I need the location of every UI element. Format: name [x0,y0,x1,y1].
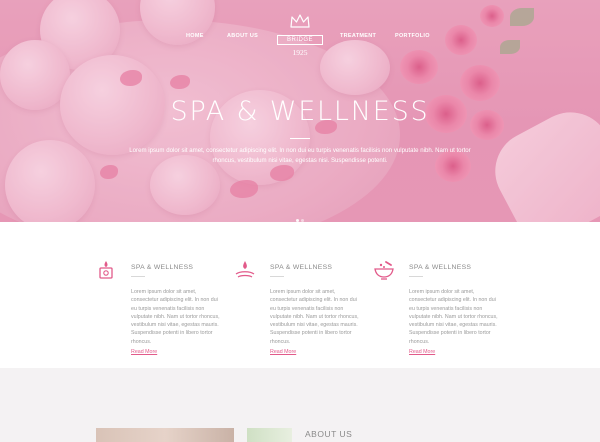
feature-title: SPA & WELLNESS [270,264,333,271]
feature-text-line: Suspendisse potenti in libero tortor [131,330,213,337]
about-title: ABOUT US [305,429,353,439]
feature-divider [270,276,284,277]
feature-text-line: vestibulum nisi vitae, egestas mauris. [131,322,219,329]
hero-divider [290,138,310,139]
nav-home[interactable]: HOME [186,33,204,39]
read-more-link[interactable]: Read More [131,349,157,355]
feature-text-line: vulputate nibh. Nam ut tortor rhoncus, [270,313,359,320]
feature-text: Lorem ipsum dolor sit amet, consectetur … [270,288,366,346]
feature-text-line: vulputate nibh. Nam ut tortor rhoncus, [409,313,498,320]
about-section: ABOUT US [0,368,600,442]
nav-portfolio[interactable]: PORTFOLIO [395,33,430,39]
feature-divider [131,276,145,277]
feature-text-line: rhoncus. [270,338,291,345]
water-drop-icon [235,261,255,278]
feature-text-line: consectetur adipiscing elit. In non dui [270,297,357,304]
nav-treatment[interactable]: TREATMENT [340,33,376,39]
feature-text-line: consectetur adipiscing elit. In non dui [131,297,218,304]
read-more-link[interactable]: Read More [409,349,435,355]
hero-text-line: Lorem ipsum dolor sit amet, consectetur … [129,147,471,154]
feature-title: SPA & WELLNESS [131,264,194,271]
feature-text-line: Lorem ipsum dolor sit amet, [409,289,475,295]
site-logo[interactable]: BRIDGE 1925 [275,13,325,59]
read-more-link[interactable]: Read More [270,349,296,355]
mortar-bowl-icon [374,261,394,280]
feature-text: Lorem ipsum dolor sit amet, consectetur … [131,288,227,346]
hero-text: Lorem ipsum dolor sit amet, consectetur … [110,146,490,165]
about-image-secondary [247,428,292,442]
feature-text-line: Lorem ipsum dolor sit amet, [131,289,197,295]
feature-text-line: vestibulum nisi vitae, egestas mauris. [270,322,358,329]
hero-banner: HOME ABOUT US TREATMENT PORTFOLIO BRIDGE… [0,0,600,222]
feature-text-line: Lorem ipsum dolor sit amet, [270,289,336,295]
crown-icon [290,14,310,28]
features-section: SPA & WELLNESS Lorem ipsum dolor sit ame… [0,222,600,368]
feature-text-line: Suspendisse potenti in libero tortor [270,330,352,337]
feature-text-line: vestibulum nisi vitae, egestas mauris. [409,322,497,329]
hero-title: SPA & WELLNESS [170,96,430,127]
feature-text: Lorem ipsum dolor sit amet, consectetur … [409,288,505,346]
logo-name: BRIDGE [277,35,323,45]
feature-text-line: eu turpis venenatis facilisis non [270,305,344,312]
slider-dots [295,209,305,222]
logo-year: 1925 [292,48,308,57]
feature-text-line: eu turpis venenatis facilisis non [409,305,483,312]
about-image [96,428,234,442]
feature-title: SPA & WELLNESS [409,264,472,271]
feature-text-line: consectetur adipiscing elit. In non dui [409,297,496,304]
feature-text-line: eu turpis venenatis facilisis non [131,305,205,312]
feature-text-line: rhoncus. [409,338,430,345]
feature-divider [409,276,423,277]
feature-text-line: rhoncus. [131,338,152,345]
candle-icon [99,261,113,279]
nav-about-us[interactable]: ABOUT US [227,33,258,39]
feature-text-line: Suspendisse potenti in libero tortor [409,330,491,337]
feature-text-line: vulputate nibh. Nam ut tortor rhoncus, [131,313,220,320]
hero-text-line: rhoncus, vestibulum nisi vitae, egestas … [212,156,388,164]
